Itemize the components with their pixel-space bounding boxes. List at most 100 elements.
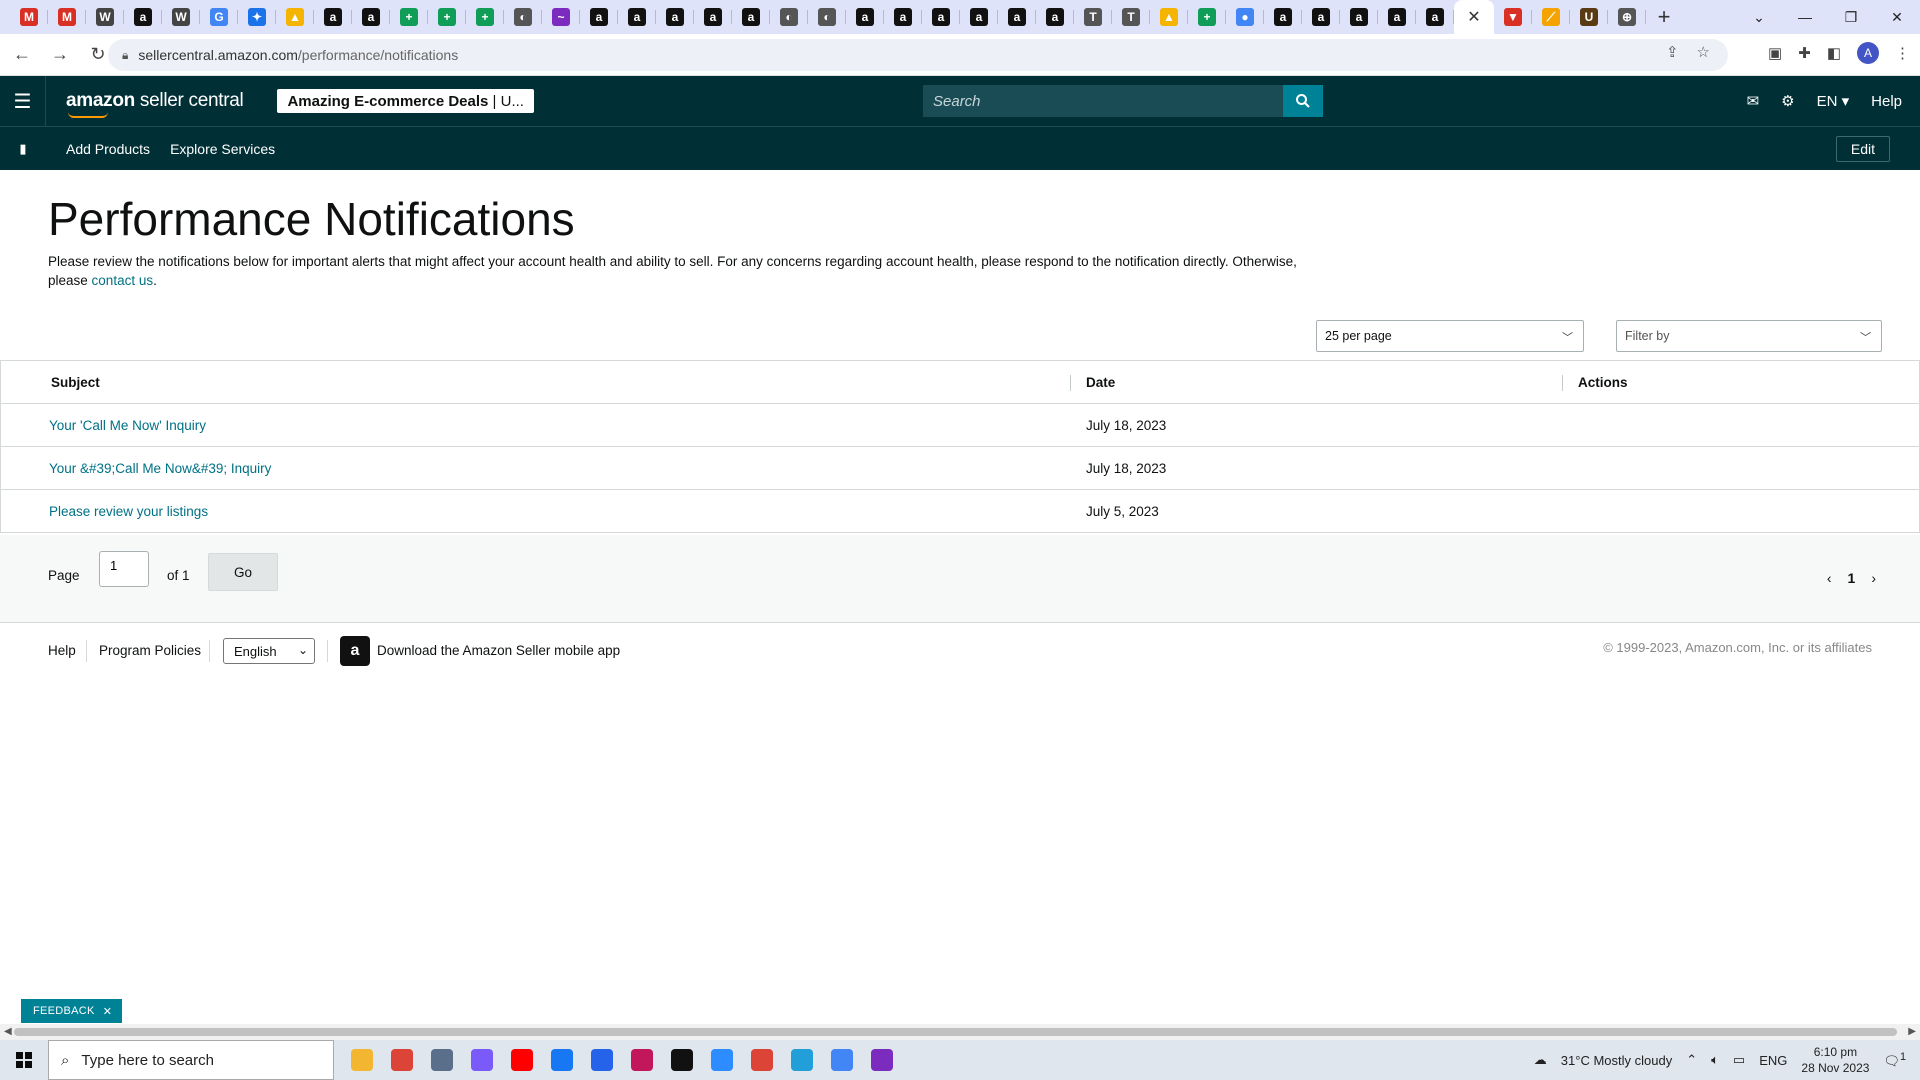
- browser-tab-8[interactable]: a: [314, 0, 352, 34]
- browser-tab-21[interactable]: ◐: [808, 0, 846, 34]
- tray-chevron-up-icon[interactable]: ⌃: [1686, 1052, 1697, 1068]
- browser-tab-7[interactable]: ▲: [276, 0, 314, 34]
- edit-button[interactable]: Edit: [1835, 136, 1890, 162]
- network-icon[interactable]: ▭: [1733, 1052, 1745, 1068]
- contact-us-link[interactable]: contact us: [92, 273, 154, 288]
- close-icon[interactable]: ✕: [103, 1005, 113, 1018]
- mail-icon[interactable]: ✉: [1747, 92, 1760, 110]
- extensions-puzzle-icon[interactable]: ✚: [1798, 44, 1811, 62]
- volume-icon[interactable]: 🔈︎: [1711, 1052, 1719, 1068]
- browser-tab-16[interactable]: a: [618, 0, 656, 34]
- go-button[interactable]: Go: [208, 553, 278, 591]
- active-browser-tab[interactable]: ✕: [1454, 0, 1494, 34]
- filter-by-select[interactable]: Filter by ﹀: [1616, 320, 1882, 352]
- footer-language-select[interactable]: English ⌄: [223, 638, 315, 664]
- download-app-link[interactable]: Download the Amazon Seller mobile app: [377, 643, 620, 658]
- search-input[interactable]: [923, 85, 1283, 117]
- store-selector[interactable]: Amazing E-commerce Deals | U...: [277, 89, 534, 113]
- help-link[interactable]: Help: [1871, 93, 1902, 110]
- taskbar-app-calculator[interactable]: [422, 1040, 462, 1080]
- browser-tab-trailing-2[interactable]: U: [1570, 0, 1608, 34]
- footer-help-link[interactable]: Help: [48, 643, 76, 658]
- taskbar-app-sticky-notes[interactable]: [662, 1040, 702, 1080]
- browser-tab-31[interactable]: +: [1188, 0, 1226, 34]
- taskbar-app-chrome-3[interactable]: [822, 1040, 862, 1080]
- scroll-left-icon[interactable]: ◀: [4, 1026, 12, 1037]
- taskbar-app-chrome-4[interactable]: [862, 1040, 902, 1080]
- search-button[interactable]: [1283, 85, 1323, 117]
- taskbar-app-snipping[interactable]: [622, 1040, 662, 1080]
- forward-icon[interactable]: →: [44, 39, 76, 71]
- browser-tab-26[interactable]: a: [998, 0, 1036, 34]
- browser-tab-30[interactable]: ▲: [1150, 0, 1188, 34]
- taskbar-app-chrome-2[interactable]: [742, 1040, 782, 1080]
- taskbar-app-youtube[interactable]: [502, 1040, 542, 1080]
- browser-tab-35[interactable]: a: [1340, 0, 1378, 34]
- scroll-right-icon[interactable]: ▶: [1908, 1026, 1916, 1037]
- browser-tab-20[interactable]: ◐: [770, 0, 808, 34]
- taskbar-app-file-explorer[interactable]: [342, 1040, 382, 1080]
- browser-tab-36[interactable]: a: [1378, 0, 1416, 34]
- amazon-seller-app-icon[interactable]: a: [340, 636, 370, 666]
- language-selector[interactable]: EN ▾: [1817, 92, 1850, 110]
- notification-subject-link[interactable]: Your 'Call Me Now' Inquiry: [49, 404, 206, 447]
- share-icon[interactable]: ⇪: [1666, 43, 1679, 61]
- footer-program-policies-link[interactable]: Program Policies: [99, 643, 201, 658]
- extension-off-icon[interactable]: ▣: [1768, 44, 1782, 62]
- weather-text[interactable]: 31°C Mostly cloudy: [1561, 1053, 1672, 1068]
- browser-tab-19[interactable]: a: [732, 0, 770, 34]
- start-button[interactable]: [0, 1040, 48, 1080]
- browser-tab-32[interactable]: ●: [1226, 0, 1264, 34]
- hamburger-menu-icon[interactable]: ☰: [0, 76, 46, 126]
- browser-menu-icon[interactable]: ⋮: [1895, 44, 1910, 62]
- notification-icon[interactable]: 🗨︎1: [1883, 1051, 1906, 1069]
- header-subject[interactable]: Subject: [51, 361, 100, 404]
- subnav-explore-services[interactable]: Explore Services: [170, 141, 275, 157]
- profile-avatar[interactable]: A: [1857, 42, 1879, 64]
- browser-tab-29[interactable]: T: [1112, 0, 1150, 34]
- browser-tab-2[interactable]: W: [86, 0, 124, 34]
- browser-tab-10[interactable]: +: [390, 0, 428, 34]
- browser-tab-5[interactable]: G: [200, 0, 238, 34]
- chevron-right-icon[interactable]: ›: [1871, 570, 1876, 586]
- taskbar-app-telegram[interactable]: [782, 1040, 822, 1080]
- browser-tab-trailing-3[interactable]: ⊕: [1608, 0, 1646, 34]
- browser-tab-27[interactable]: a: [1036, 0, 1074, 34]
- side-panel-icon[interactable]: ◧: [1827, 44, 1841, 62]
- browser-tab-18[interactable]: a: [694, 0, 732, 34]
- notification-subject-link[interactable]: Please review your listings: [49, 490, 208, 533]
- current-page-number[interactable]: 1: [1848, 570, 1856, 586]
- scrollbar-thumb[interactable]: [14, 1028, 1897, 1036]
- url-field[interactable]: 🔒︎ sellercentral.amazon.com/performance/…: [108, 39, 1728, 71]
- feedback-button[interactable]: FEEDBACK ✕: [21, 999, 123, 1023]
- notification-subject-link[interactable]: Your &#39;Call Me Now&#39; Inquiry: [49, 447, 271, 490]
- browser-tab-13[interactable]: ◐: [504, 0, 542, 34]
- browser-tab-3[interactable]: a: [124, 0, 162, 34]
- per-page-select[interactable]: 25 per page ﹀: [1316, 320, 1584, 352]
- seller-central-logo[interactable]: amazon seller central: [66, 90, 244, 118]
- browser-tab-trailing-0[interactable]: ▼: [1494, 0, 1532, 34]
- gear-icon[interactable]: ⚙: [1781, 92, 1794, 110]
- browser-tab-34[interactable]: a: [1302, 0, 1340, 34]
- tab-list-icon[interactable]: ⌄: [1736, 0, 1782, 34]
- taskbar-app-zoom[interactable]: [702, 1040, 742, 1080]
- taskbar-app-store[interactable]: [582, 1040, 622, 1080]
- browser-tab-1[interactable]: M: [48, 0, 86, 34]
- horizontal-scrollbar[interactable]: ◀ ▶: [0, 1024, 1920, 1040]
- close-window-button[interactable]: ✕: [1874, 0, 1920, 34]
- browser-tab-12[interactable]: +: [466, 0, 504, 34]
- taskbar-app-copilot[interactable]: [462, 1040, 502, 1080]
- browser-tab-28[interactable]: T: [1074, 0, 1112, 34]
- new-tab-button[interactable]: +: [1646, 0, 1682, 34]
- browser-tab-11[interactable]: +: [428, 0, 466, 34]
- bookmark-icon[interactable]: ▮: [0, 141, 46, 157]
- browser-tab-14[interactable]: ~: [542, 0, 580, 34]
- subnav-add-products[interactable]: Add Products: [66, 141, 150, 157]
- close-tab-icon[interactable]: ✕: [1467, 7, 1480, 27]
- browser-tab-4[interactable]: W: [162, 0, 200, 34]
- browser-tab-9[interactable]: a: [352, 0, 390, 34]
- taskbar-search[interactable]: ⌕ Type here to search: [48, 1040, 334, 1080]
- browser-tab-trailing-1[interactable]: ⟋: [1532, 0, 1570, 34]
- back-icon[interactable]: ←: [6, 39, 38, 71]
- browser-tab-25[interactable]: a: [960, 0, 998, 34]
